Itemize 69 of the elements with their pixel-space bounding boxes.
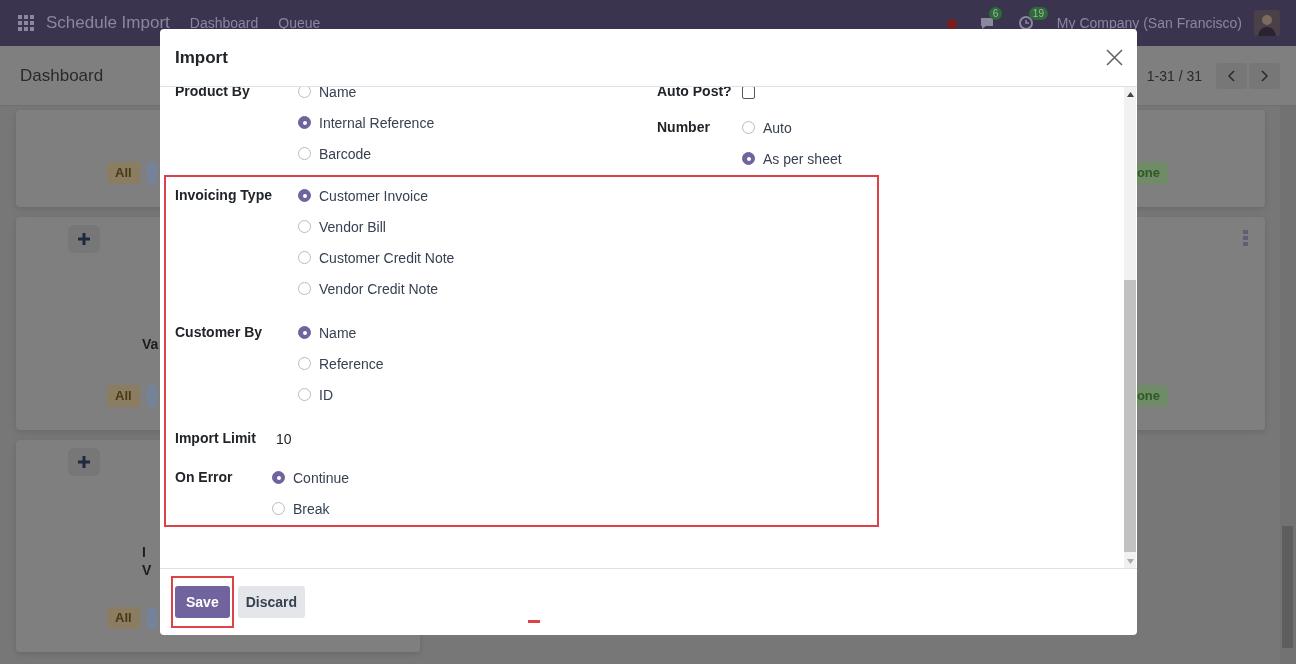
close-icon[interactable]	[1106, 49, 1123, 66]
radio-button[interactable]	[298, 282, 311, 295]
dash-mark	[528, 620, 540, 623]
dialog-scrollbar[interactable]	[1124, 87, 1136, 568]
scroll-up-icon[interactable]	[1126, 92, 1134, 97]
radio-option[interactable]: Vendor Credit Note	[298, 273, 439, 304]
next-button[interactable]	[1249, 62, 1280, 89]
card-title: Va	[142, 335, 159, 353]
radio-option[interactable]: Customer Credit Note	[298, 242, 455, 273]
radio-option[interactable]: Internal Reference	[298, 107, 435, 138]
chevron-left-icon	[1226, 68, 1237, 83]
dialog-title: Import	[175, 47, 229, 68]
save-button[interactable]: Save	[175, 586, 230, 618]
chevron-right-icon	[1259, 68, 1270, 83]
add-button[interactable]	[68, 448, 100, 476]
card-title: I	[142, 543, 146, 561]
pager-value[interactable]: 1-31 / 31	[1146, 67, 1202, 84]
radio-option[interactable]: Reference	[298, 348, 384, 379]
add-button[interactable]	[68, 225, 100, 253]
plus-icon	[78, 456, 90, 468]
field-label: Number	[657, 118, 711, 137]
radio-button[interactable]	[298, 189, 311, 202]
card-title: V	[142, 561, 152, 579]
radio-button[interactable]	[298, 147, 311, 160]
avatar-icon[interactable]	[1254, 10, 1280, 36]
filter-tag[interactable]	[146, 607, 157, 629]
plus-icon	[78, 233, 90, 245]
radio-option[interactable]: Break	[272, 493, 330, 524]
radio-button[interactable]	[298, 251, 311, 264]
radio-option[interactable]: Name	[298, 87, 357, 107]
filter-tag[interactable]	[146, 162, 157, 184]
radio-option[interactable]: Barcode	[298, 138, 372, 169]
message-count: 6	[988, 7, 1003, 20]
radio-button[interactable]	[272, 471, 285, 484]
radio-button[interactable]	[298, 388, 311, 401]
field-label: Auto Post?	[657, 87, 733, 101]
previous-button[interactable]	[1216, 62, 1247, 89]
radio-option[interactable]: ID	[298, 379, 333, 410]
scroll-down-icon[interactable]	[1126, 559, 1134, 564]
status-dot-icon[interactable]	[946, 19, 957, 29]
field-value[interactable]: 10	[272, 423, 877, 454]
radio-button[interactable]	[298, 116, 311, 129]
radio-option[interactable]: Name	[298, 317, 357, 348]
field-label: Invoicing Type	[175, 186, 273, 205]
radio-button[interactable]	[742, 152, 755, 165]
chat-icon[interactable]	[978, 16, 995, 30]
field-label: Customer By	[175, 323, 264, 342]
radio-button[interactable]	[298, 220, 311, 233]
radio-button[interactable]	[298, 357, 311, 370]
activity-count: 19	[1028, 7, 1048, 20]
breadcrumb[interactable]: Dashboard	[20, 65, 104, 86]
radio-button[interactable]	[742, 121, 755, 134]
radio-option[interactable]: Auto	[742, 112, 792, 143]
apps-menu-icon[interactable]	[18, 15, 34, 31]
radio-option[interactable]: Vendor Bill	[298, 211, 386, 242]
radio-button[interactable]	[298, 87, 311, 98]
clock-icon[interactable]	[1018, 16, 1033, 30]
checkbox[interactable]	[742, 87, 755, 99]
radio-button[interactable]	[272, 502, 285, 515]
discard-button[interactable]: Discard	[237, 586, 306, 618]
page-scrollbar[interactable]	[1280, 106, 1296, 664]
field-label: On Error	[175, 468, 234, 487]
radio-option[interactable]: Customer Invoice	[298, 180, 428, 211]
field-label: Import Limit	[175, 429, 257, 448]
radio-button[interactable]	[298, 326, 311, 339]
filter-tag[interactable]	[146, 385, 157, 407]
radio-option[interactable]: Continue	[272, 462, 350, 493]
more-options-icon[interactable]	[1243, 230, 1248, 246]
radio-option[interactable]: As per sheet	[742, 143, 842, 174]
